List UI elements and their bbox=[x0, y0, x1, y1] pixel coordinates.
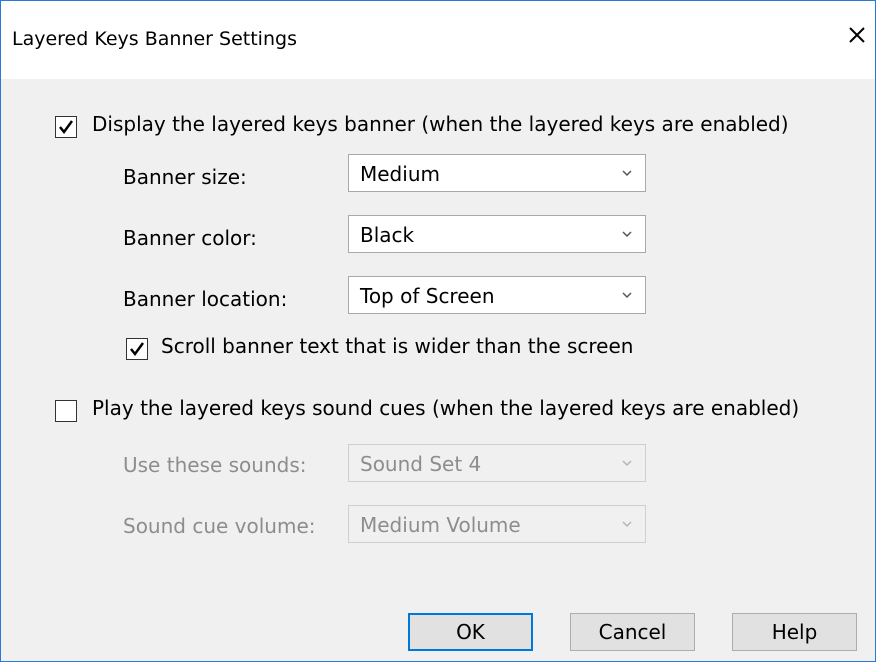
window-title: Layered Keys Banner Settings bbox=[12, 28, 297, 50]
banner-location-value: Top of Screen bbox=[360, 284, 495, 308]
cancel-button[interactable]: Cancel bbox=[570, 613, 695, 651]
play-sound-row[interactable]: Play the layered keys sound cues (when t… bbox=[55, 396, 845, 426]
sounds-select[interactable]: Sound Set 4 bbox=[348, 444, 646, 482]
dialog-content: Display the layered keys banner (when th… bbox=[1, 79, 875, 662]
ok-button[interactable]: OK bbox=[408, 613, 533, 651]
volume-value: Medium Volume bbox=[360, 513, 521, 537]
help-button[interactable]: Help bbox=[732, 613, 857, 651]
settings-dialog: Layered Keys Banner Settings Display the… bbox=[0, 0, 876, 662]
chevron-down-icon bbox=[622, 521, 632, 528]
play-sound-label: Play the layered keys sound cues (when t… bbox=[92, 396, 800, 420]
chevron-down-icon bbox=[622, 170, 632, 177]
banner-color-select[interactable]: Black bbox=[348, 215, 646, 253]
scroll-banner-label: Scroll banner text that is wider than th… bbox=[161, 334, 634, 358]
banner-color-value: Black bbox=[360, 223, 415, 247]
chevron-down-icon bbox=[622, 231, 632, 238]
banner-color-label: Banner color: bbox=[123, 226, 257, 250]
volume-select[interactable]: Medium Volume bbox=[348, 505, 646, 543]
display-banner-label: Display the layered keys banner (when th… bbox=[92, 112, 789, 136]
scroll-banner-row[interactable]: Scroll banner text that is wider than th… bbox=[126, 334, 686, 364]
scroll-banner-checkbox[interactable] bbox=[126, 338, 148, 360]
play-sound-checkbox[interactable] bbox=[55, 400, 77, 422]
sounds-value: Sound Set 4 bbox=[360, 452, 482, 476]
display-banner-checkbox[interactable] bbox=[55, 116, 77, 138]
checkmark-icon bbox=[130, 342, 145, 357]
banner-location-label: Banner location: bbox=[123, 287, 288, 311]
banner-location-select[interactable]: Top of Screen bbox=[348, 276, 646, 314]
volume-label: Sound cue volume: bbox=[123, 514, 316, 538]
sounds-label: Use these sounds: bbox=[123, 453, 307, 477]
banner-size-select[interactable]: Medium bbox=[348, 154, 646, 192]
chevron-down-icon bbox=[622, 292, 632, 299]
banner-size-label: Banner size: bbox=[123, 165, 247, 189]
close-icon[interactable] bbox=[839, 17, 875, 53]
checkmark-icon bbox=[59, 120, 74, 135]
chevron-down-icon bbox=[622, 460, 632, 467]
banner-size-value: Medium bbox=[360, 162, 440, 186]
title-bar: Layered Keys Banner Settings bbox=[1, 1, 875, 79]
display-banner-row[interactable]: Display the layered keys banner (when th… bbox=[55, 112, 835, 142]
